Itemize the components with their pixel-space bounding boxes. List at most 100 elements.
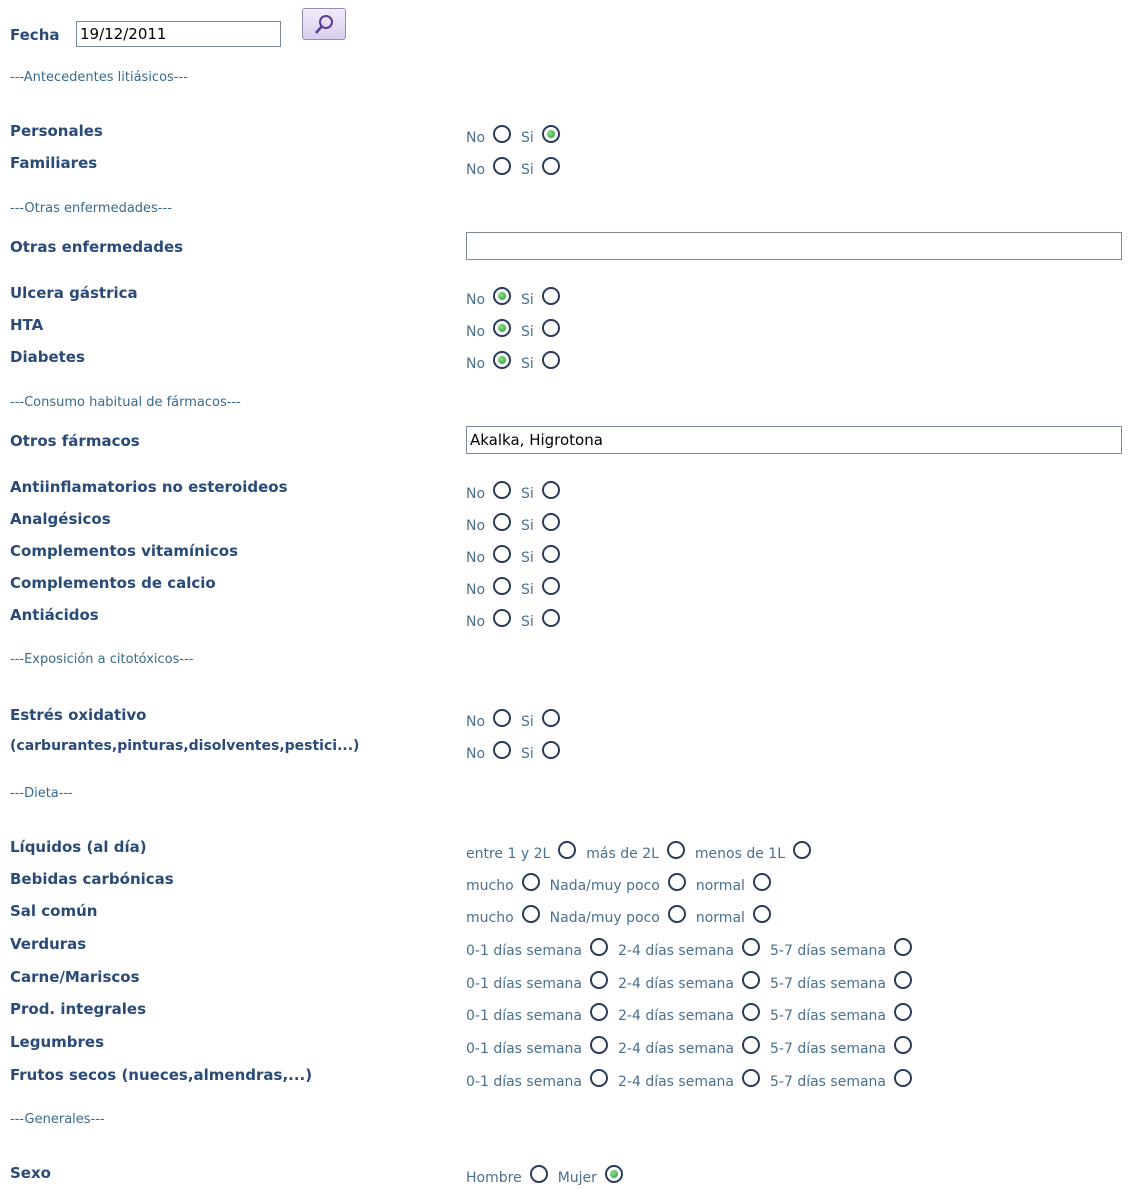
ulcera-options: No Si xyxy=(466,280,570,312)
bebidas-nada-radio[interactable] xyxy=(667,873,686,891)
otras-enfermedades-input[interactable] xyxy=(466,232,1122,260)
liquidos-menos-radio[interactable] xyxy=(793,841,812,859)
integrales-d01-radio[interactable] xyxy=(590,1003,608,1021)
option-label: No xyxy=(466,356,486,372)
familiares-label: Familiares xyxy=(10,154,98,172)
option-label: 2-4 días semana xyxy=(618,1074,734,1090)
option-label: 5-7 días semana xyxy=(770,1074,886,1090)
row-estres: Estrés oxidativo No Si xyxy=(0,702,1128,734)
personales-label: Personales xyxy=(10,122,103,140)
analgesicos-si-radio[interactable] xyxy=(541,513,560,531)
integrales-d57-radio[interactable] xyxy=(894,1003,912,1021)
sexo-hombre-radio[interactable] xyxy=(529,1165,548,1183)
section-antecedentes: ---Antecedentes litiásicos--- xyxy=(10,70,188,85)
sexo-mujer-radio[interactable] xyxy=(604,1165,623,1183)
option-label: 5-7 días semana xyxy=(770,1008,886,1024)
integrales-d24-radio[interactable] xyxy=(742,1003,760,1021)
personales-si-radio[interactable] xyxy=(541,125,560,143)
verduras-d24-radio[interactable] xyxy=(742,938,760,956)
row-carne: Carne/Mariscos 0-1 días semana 2-4 días … xyxy=(0,964,1128,996)
legumbres-label: Legumbres xyxy=(10,1033,105,1051)
option-label: mucho xyxy=(466,910,514,926)
row-liquidos: Líquidos (al día) entre 1 y 2L más de 2L… xyxy=(0,834,1128,866)
carburantes-si-radio[interactable] xyxy=(541,741,560,759)
option-label: 5-7 días semana xyxy=(770,1041,886,1057)
liquidos-entre-radio[interactable] xyxy=(558,841,577,859)
row-bebidas: Bebidas carbónicas mucho Nada/muy poco n… xyxy=(0,866,1128,898)
frutos-d57-radio[interactable] xyxy=(894,1069,912,1087)
carburantes-label: (carburantes,pinturas,disolventes,pestic… xyxy=(10,738,360,754)
analgesicos-no-radio[interactable] xyxy=(493,513,512,531)
personales-no-radio[interactable] xyxy=(493,125,512,143)
ulcera-si-radio[interactable] xyxy=(541,287,560,305)
estres-si-radio[interactable] xyxy=(541,709,560,727)
option-label: Si xyxy=(521,292,534,308)
familiares-no-radio[interactable] xyxy=(493,157,512,175)
carne-d01-radio[interactable] xyxy=(590,971,608,989)
row-ulcera: Ulcera gástrica No Si xyxy=(0,280,1128,312)
option-label: No xyxy=(466,582,486,598)
antiacidos-no-radio[interactable] xyxy=(493,609,512,627)
calcio-si-radio[interactable] xyxy=(541,577,560,595)
option-label: Si xyxy=(521,714,534,730)
familiares-si-radio[interactable] xyxy=(541,157,560,175)
row-integrales: Prod. integrales 0-1 días semana 2-4 día… xyxy=(0,996,1128,1028)
option-label: 0-1 días semana xyxy=(466,943,582,959)
antiinflamatorios-no-radio[interactable] xyxy=(493,481,512,499)
diabetes-si-radio[interactable] xyxy=(541,351,560,369)
sal-options: mucho Nada/muy poco normal xyxy=(466,898,781,930)
section-dieta: ---Dieta--- xyxy=(10,786,73,801)
search-button[interactable] xyxy=(302,8,346,40)
carne-d57-radio[interactable] xyxy=(894,971,912,989)
row-frutos: Frutos secos (nueces,almendras,...) 0-1 … xyxy=(0,1062,1128,1094)
sal-mucho-radio[interactable] xyxy=(521,905,540,923)
fecha-input[interactable]: 19/12/2011 xyxy=(76,21,281,47)
frutos-d24-radio[interactable] xyxy=(742,1069,760,1087)
row-familiares: Familiares No Si xyxy=(0,150,1128,182)
verduras-d57-radio[interactable] xyxy=(894,938,912,956)
carne-options: 0-1 días semana 2-4 días semana 5-7 días… xyxy=(466,964,922,996)
estres-no-radio[interactable] xyxy=(493,709,512,727)
diabetes-no-radio[interactable] xyxy=(493,351,512,369)
bebidas-mucho-radio[interactable] xyxy=(521,873,540,891)
option-label: Si xyxy=(521,486,534,502)
hta-no-radio[interactable] xyxy=(493,319,512,337)
sal-normal-radio[interactable] xyxy=(752,905,771,923)
option-label: Si xyxy=(521,582,534,598)
bebidas-label: Bebidas carbónicas xyxy=(10,870,174,888)
sal-nada-radio[interactable] xyxy=(667,905,686,923)
row-analgesicos: Analgésicos No Si xyxy=(0,506,1128,538)
vitaminicos-options: No Si xyxy=(466,538,570,570)
otros-farmacos-label: Otros fármacos xyxy=(10,432,140,450)
bebidas-normal-radio[interactable] xyxy=(752,873,771,891)
legumbres-d24-radio[interactable] xyxy=(742,1036,760,1054)
calcio-no-radio[interactable] xyxy=(493,577,512,595)
integrales-label: Prod. integrales xyxy=(10,1000,147,1018)
diabetes-label: Diabetes xyxy=(10,348,85,366)
antiacidos-options: No Si xyxy=(466,602,570,634)
otros-farmacos-input[interactable]: Akalka, Higrotona xyxy=(466,426,1122,454)
analgesicos-options: No Si xyxy=(466,506,570,538)
legumbres-d01-radio[interactable] xyxy=(590,1036,608,1054)
calcio-options: No Si xyxy=(466,570,570,602)
carburantes-no-radio[interactable] xyxy=(493,741,512,759)
antiinflamatorios-si-radio[interactable] xyxy=(541,481,560,499)
antiacidos-si-radio[interactable] xyxy=(541,609,560,627)
ulcera-no-radio[interactable] xyxy=(493,287,512,305)
liquidos-mas-radio[interactable] xyxy=(666,841,685,859)
hta-si-radio[interactable] xyxy=(541,319,560,337)
option-label: 0-1 días semana xyxy=(466,1074,582,1090)
option-label: No xyxy=(466,486,486,502)
familiares-options: No Si xyxy=(466,150,570,182)
legumbres-d57-radio[interactable] xyxy=(894,1036,912,1054)
calcio-label: Complementos de calcio xyxy=(10,574,216,592)
option-label: 5-7 días semana xyxy=(770,943,886,959)
carburantes-options: No Si xyxy=(466,734,570,766)
sal-label: Sal común xyxy=(10,902,98,920)
verduras-d01-radio[interactable] xyxy=(590,938,608,956)
frutos-d01-radio[interactable] xyxy=(590,1069,608,1087)
vitaminicos-si-radio[interactable] xyxy=(541,545,560,563)
vitaminicos-no-radio[interactable] xyxy=(493,545,512,563)
carne-d24-radio[interactable] xyxy=(742,971,760,989)
section-farmacos: ---Consumo habitual de fármacos--- xyxy=(10,395,241,410)
